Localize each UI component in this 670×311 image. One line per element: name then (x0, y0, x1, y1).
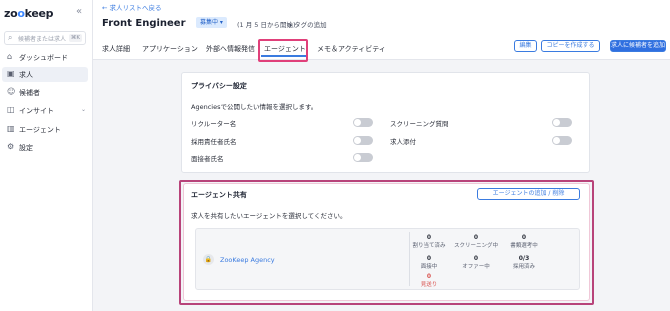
agent-share-description: 求人を共有したいエージェントを選択してください。 (191, 212, 347, 220)
sidebar-item-label: 設定 (19, 144, 33, 152)
sidebar-item-dashboard[interactable]: ⌂ ダッシュボード (2, 50, 88, 65)
tab-job-details[interactable]: 求人詳細 (102, 44, 130, 54)
toggle-screening-questions[interactable] (552, 118, 572, 127)
search-input[interactable]: ⌕ 候補者または求人 ⌘K (4, 31, 86, 45)
toggle-recruiter-name[interactable] (353, 118, 373, 127)
tab-external-publishing[interactable]: 外部へ情報発信 (206, 44, 255, 54)
add-tag-button[interactable]: ⬗ タグの追加 (287, 19, 327, 29)
search-shortcut: ⌘K (68, 34, 82, 42)
stat-offer-value: 0 (473, 255, 479, 262)
stat-hired-label: 採用済み (512, 264, 535, 270)
stat-rejected-label: 見送り (420, 282, 438, 288)
toggle-interviewer-name[interactable] (353, 153, 373, 162)
tab-memo-activity[interactable]: メモ＆アクティビティ (317, 44, 386, 54)
privacy-description: Agenciesで公開したい情報を選択します。 (191, 103, 318, 111)
add-candidate-button[interactable]: 求人に候補者を追加 (610, 40, 666, 52)
gear-icon: ⚙ (7, 142, 15, 151)
building-icon: ▥ (7, 124, 15, 133)
briefcase-icon: ▣ (7, 69, 15, 78)
edit-button[interactable]: 編集 (514, 40, 537, 52)
copy-button[interactable]: コピーを作成する (541, 40, 600, 52)
home-icon: ⌂ (7, 52, 13, 61)
search-icon: ⌕ (8, 33, 13, 42)
add-tag-label: タグの追加 (294, 21, 327, 29)
sidebar-item-candidates[interactable]: ☺ 候補者 (2, 85, 88, 100)
search-placeholder: 候補者または求人 (18, 36, 67, 43)
tag-icon: ⬗ (287, 21, 292, 29)
app-logo[interactable]: zookeep (4, 7, 54, 20)
option-job-attachments: 求人添付 (390, 138, 416, 146)
stat-assigned-label: 割り当て済み (412, 243, 446, 249)
stat-screening-label: スクリーニング中 (453, 243, 498, 249)
lock-icon: 🔒 (203, 254, 214, 265)
privacy-title: プライバシー設定 (191, 82, 247, 90)
stat-interviewing-value: 0 (426, 255, 432, 262)
agent-share-title: エージェント共有 (191, 191, 247, 199)
stat-document-review-label: 書類選考中 (510, 243, 538, 249)
sidebar-item-jobs[interactable]: ▣ 求人 (2, 67, 88, 82)
user-icon: ☺ (7, 87, 16, 96)
sidebar: zookeep « ⌕ 候補者または求人 ⌘K ⌂ ダッシュボード ▣ 求人 ☺… (0, 0, 93, 311)
page-title: Front Engineer (102, 18, 186, 29)
agency-name[interactable]: ZooKeep Agency (220, 256, 275, 264)
stat-hired-value: 0/3 (518, 255, 530, 262)
sidebar-item-label: ダッシュボード (19, 54, 68, 62)
stat-offer-label: オファー中 (462, 264, 490, 270)
sidebar-item-label: エージェント (19, 126, 61, 134)
stat-assigned-value: 0 (426, 234, 432, 241)
chevron-down-icon: ⌄ (80, 106, 86, 113)
job-header: ← 求人リストへ戻る Front Engineer 募集中 ▾ (1 月 5 日… (93, 0, 670, 62)
stat-interviewing-label: 面接中 (420, 264, 438, 270)
back-to-jobs-link[interactable]: ← 求人リストへ戻る (102, 2, 162, 12)
collapse-sidebar-icon[interactable]: « (76, 6, 82, 17)
toggle-hiring-manager-name[interactable] (353, 136, 373, 145)
sidebar-item-label: インサイト (19, 107, 54, 115)
toggle-job-attachments[interactable] (552, 136, 572, 145)
option-screening-questions: スクリーニング質問 (390, 120, 449, 128)
tab-applications[interactable]: アプリケーション (142, 44, 198, 54)
sidebar-item-insights[interactable]: ◫ インサイト ⌄ (2, 103, 88, 118)
sidebar-item-agents[interactable]: ▥ エージェント (2, 122, 88, 137)
sidebar-item-label: 求人 (19, 71, 33, 79)
sidebar-item-settings[interactable]: ⚙ 設定 (2, 140, 88, 155)
stat-screening-value: 0 (473, 234, 479, 241)
stat-document-review-value: 0 (521, 234, 527, 241)
option-interviewer-name: 面接者氏名 (191, 155, 224, 163)
sidebar-item-label: 候補者 (19, 89, 40, 97)
stat-rejected-value: 0 (426, 273, 432, 280)
option-recruiter-name: リクルーター名 (191, 120, 237, 128)
add-remove-agent-button[interactable]: エージェントの追加 / 削除 (477, 188, 580, 200)
chart-icon: ◫ (7, 105, 15, 114)
option-hiring-manager-name: 採用責任者氏名 (191, 138, 237, 146)
status-dropdown[interactable]: 募集中 ▾ (196, 17, 227, 28)
tab-highlight-outline (258, 39, 308, 62)
